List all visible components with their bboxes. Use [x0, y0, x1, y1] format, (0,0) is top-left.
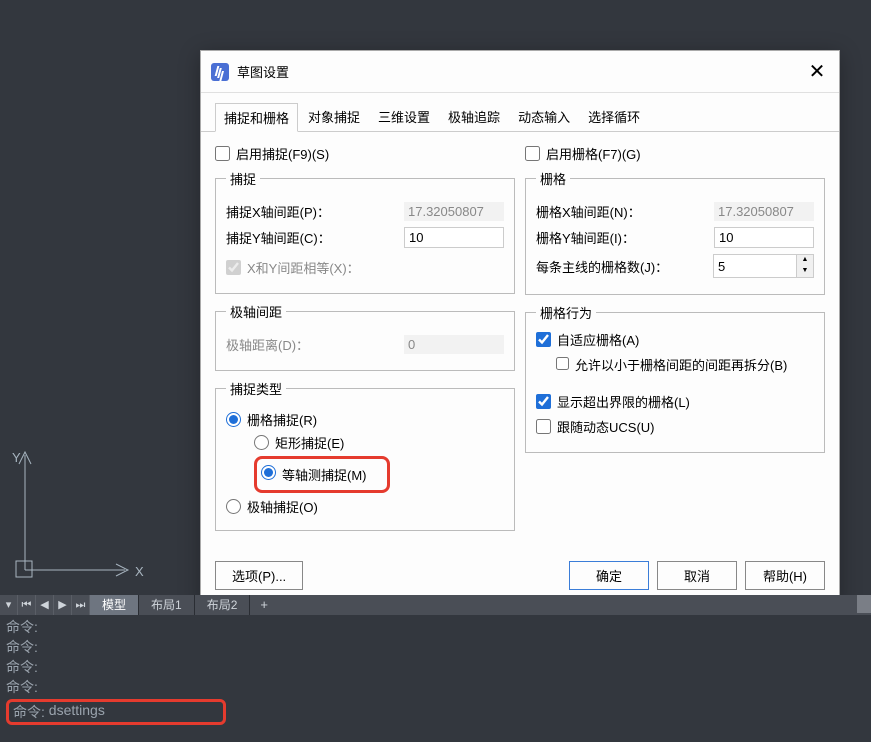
polar-spacing-legend: 极轴间距	[226, 302, 286, 321]
layout2-tab[interactable]: 布局2	[195, 595, 251, 615]
layout1-tab[interactable]: 布局1	[139, 595, 195, 615]
spinner-down-icon[interactable]: ▼	[797, 266, 813, 277]
model-tab[interactable]: 模型	[90, 595, 139, 615]
grid-snap-label: 栅格捕捉(R)	[247, 410, 317, 429]
snap-y-label: 捕捉Y轴间距(C)：	[226, 228, 396, 247]
tab-nav-first-icon[interactable]: ▾	[0, 595, 18, 615]
axis-y-label: Y	[12, 450, 21, 465]
app-icon	[211, 63, 229, 81]
tab-nav-fwd-icon[interactable]: ▶	[54, 595, 72, 615]
ok-button[interactable]: 确定	[569, 561, 649, 590]
tab-3d-settings[interactable]: 三维设置	[370, 103, 438, 131]
dialog-titlebar[interactable]: 草图设置 ✕	[201, 51, 839, 93]
iso-snap-radio[interactable]	[261, 465, 276, 480]
iso-snap-label: 等轴测捕捉(M)	[282, 465, 367, 484]
tab-snap-grid[interactable]: 捕捉和栅格	[215, 103, 298, 132]
adaptive-grid-label: 自适应栅格(A)	[557, 330, 639, 349]
command-prompt-line: 命令:	[6, 637, 865, 657]
drafting-settings-dialog: 草图设置 ✕ 捕捉和栅格 对象捕捉 三维设置 极轴追踪 动态输入 选择循环 启用…	[200, 50, 840, 607]
enable-grid-checkbox[interactable]	[525, 146, 540, 161]
tab-nav-back-icon[interactable]: ◀	[36, 595, 54, 615]
enable-grid-label: 启用栅格(F7)(G)	[546, 144, 641, 163]
polar-dist-label: 极轴距离(D)：	[226, 335, 396, 354]
command-prompt: 命令:	[13, 702, 45, 722]
major-lines-label: 每条主线的栅格数(J)：	[536, 257, 705, 276]
tab-nav-last-icon[interactable]: ⏭	[72, 595, 90, 615]
polar-snap-radio[interactable]	[226, 499, 241, 514]
scroll-thumb[interactable]	[857, 595, 871, 613]
options-button[interactable]: 选项(P)...	[215, 561, 303, 590]
add-layout-tab[interactable]: +	[250, 595, 278, 615]
command-prompt-line: 命令:	[6, 657, 865, 677]
snap-type-legend: 捕捉类型	[226, 379, 286, 398]
allow-sub-label: 允许以小于栅格间距的间距再拆分(B)	[575, 355, 787, 374]
tab-object-snap[interactable]: 对象捕捉	[300, 103, 368, 131]
spinner-up-icon[interactable]: ▲	[797, 255, 813, 266]
tab-selection-cycle[interactable]: 选择循环	[580, 103, 648, 131]
command-input-highlight: 命令: dsettings	[6, 699, 226, 725]
tab-nav-prev-icon[interactable]: ⏮	[18, 595, 36, 615]
adaptive-grid-checkbox[interactable]	[536, 332, 551, 347]
polar-dist-input	[404, 335, 504, 354]
major-lines-input[interactable]	[713, 254, 797, 278]
command-typed-text[interactable]: dsettings	[49, 702, 105, 722]
snap-x-label: 捕捉X轴间距(P)：	[226, 202, 396, 221]
polar-spacing-group: 极轴间距 极轴距离(D)：	[215, 302, 515, 371]
grid-y-input[interactable]	[714, 227, 814, 248]
dialog-title: 草图设置	[237, 62, 805, 81]
close-icon[interactable]: ✕	[805, 59, 829, 84]
follow-ucs-checkbox[interactable]	[536, 419, 551, 434]
snap-x-input[interactable]	[404, 202, 504, 221]
help-button[interactable]: 帮助(H)	[745, 561, 825, 590]
ucs-axis-icon	[10, 450, 140, 580]
grid-x-input[interactable]	[714, 202, 814, 221]
axis-x-label: X	[135, 564, 144, 579]
grid-x-label: 栅格X轴间距(N)：	[536, 202, 706, 221]
cancel-button[interactable]: 取消	[657, 561, 737, 590]
enable-snap-checkbox[interactable]	[215, 146, 230, 161]
command-prompt-line: 命令:	[6, 617, 865, 637]
iso-snap-highlight: 等轴测捕捉(M)	[254, 456, 390, 493]
show-beyond-checkbox[interactable]	[536, 394, 551, 409]
enable-snap-label: 启用捕捉(F9)(S)	[236, 144, 329, 163]
dialog-tabs: 捕捉和栅格 对象捕捉 三维设置 极轴追踪 动态输入 选择循环	[201, 93, 839, 132]
grid-behavior-group: 栅格行为 自适应栅格(A) 允许以小于栅格间距的间距再拆分(B) 显示超出界限的…	[525, 303, 825, 453]
snap-type-group: 捕捉类型 栅格捕捉(R) 矩形捕捉(E) 等轴测捕捉(M)	[215, 379, 515, 531]
equal-xy-checkbox	[226, 260, 241, 275]
tab-dynamic-input[interactable]: 动态输入	[510, 103, 578, 131]
polar-snap-label: 极轴捕捉(O)	[247, 497, 318, 516]
show-beyond-label: 显示超出界限的栅格(L)	[557, 392, 690, 411]
tab-polar-tracking[interactable]: 极轴追踪	[440, 103, 508, 131]
snap-group: 捕捉 捕捉X轴间距(P)： 捕捉Y轴间距(C)： X和Y间距相等(X)：	[215, 169, 515, 294]
grid-behavior-legend: 栅格行为	[536, 303, 596, 322]
command-prompt-line: 命令:	[6, 677, 865, 697]
follow-ucs-label: 跟随动态UCS(U)	[557, 417, 655, 436]
command-area[interactable]: 命令: 命令: 命令: 命令: 命令: dsettings	[0, 615, 871, 742]
grid-snap-radio[interactable]	[226, 412, 241, 427]
snap-group-legend: 捕捉	[226, 169, 260, 188]
equal-xy-label: X和Y间距相等(X)：	[247, 258, 360, 277]
grid-group: 栅格 栅格X轴间距(N)： 栅格Y轴间距(I)： 每条主线的栅格数(J)： ▲	[525, 169, 825, 295]
rect-snap-radio[interactable]	[254, 435, 269, 450]
grid-group-legend: 栅格	[536, 169, 570, 188]
rect-snap-label: 矩形捕捉(E)	[275, 433, 344, 452]
layout-tabstrip: ▾ ⏮ ◀ ▶ ⏭ 模型 布局1 布局2 +	[0, 595, 871, 615]
grid-y-label: 栅格Y轴间距(I)：	[536, 228, 706, 247]
allow-sub-checkbox[interactable]	[556, 357, 569, 370]
snap-y-input[interactable]	[404, 227, 504, 248]
